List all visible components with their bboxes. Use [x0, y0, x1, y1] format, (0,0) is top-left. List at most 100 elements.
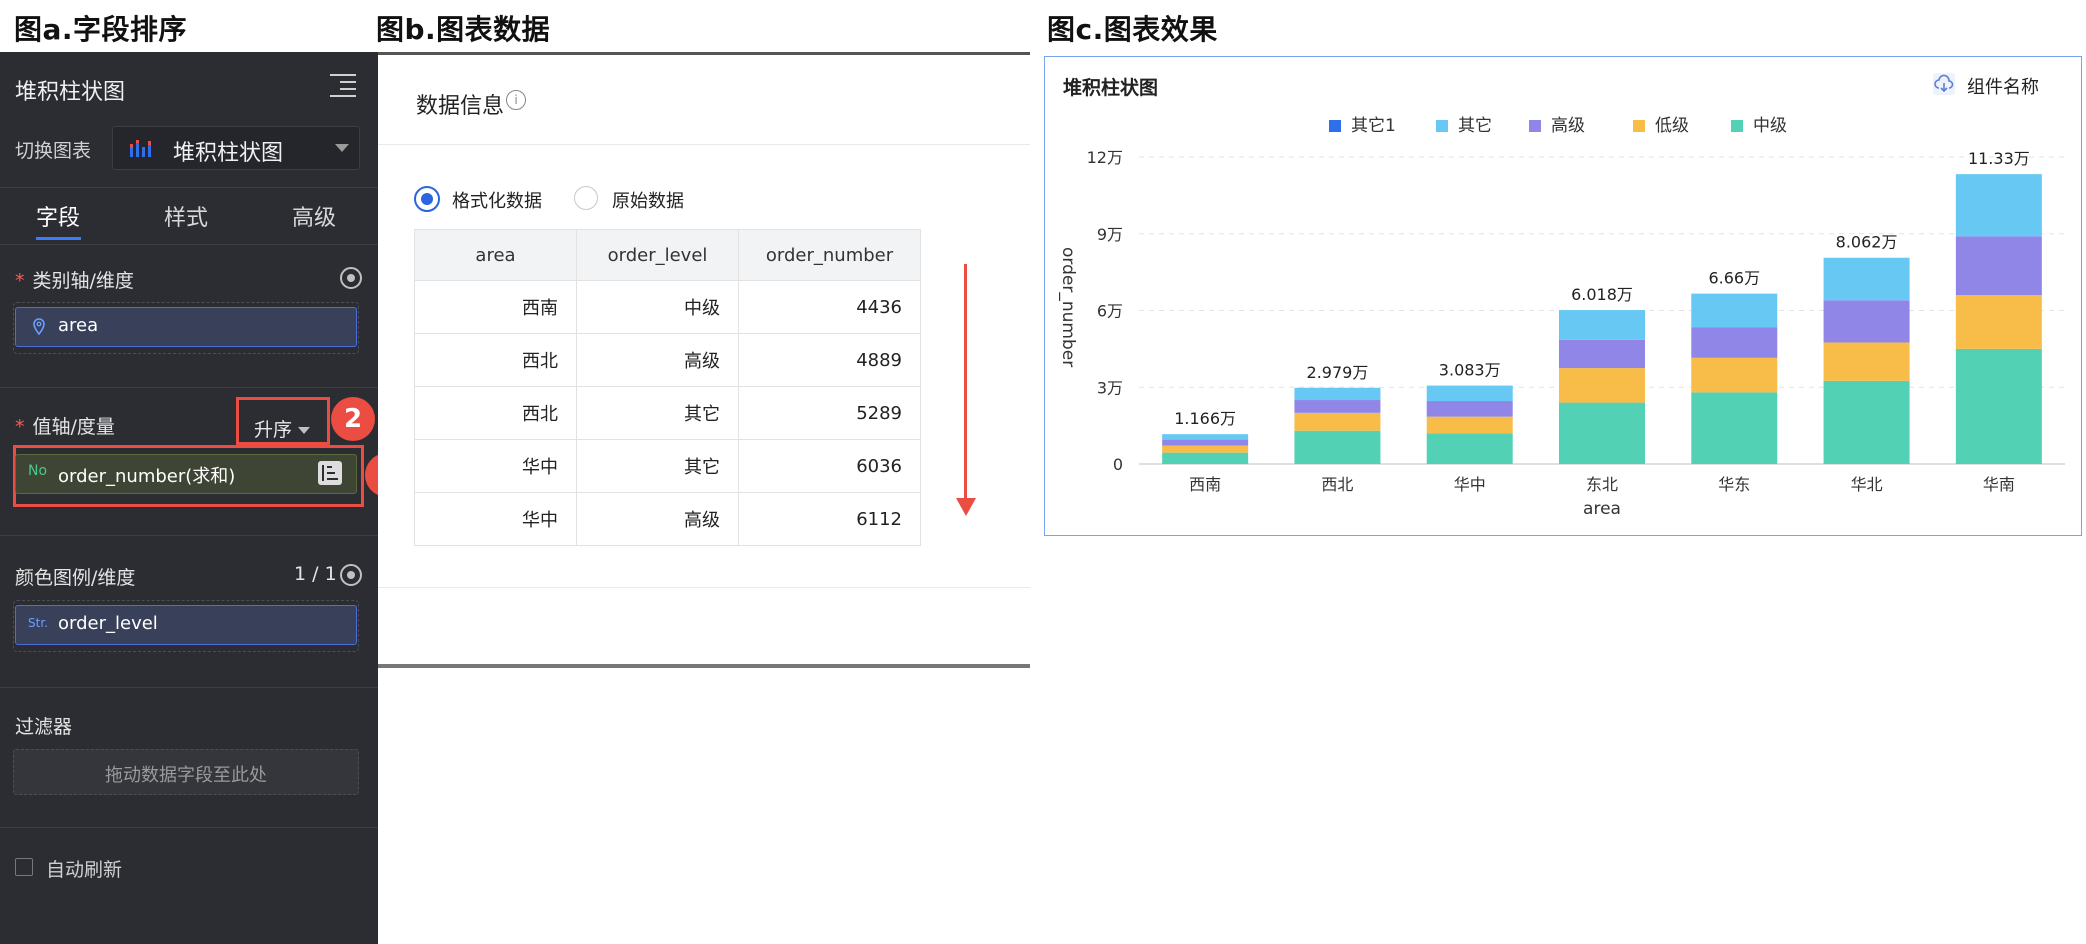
category-axis-settings-gear-icon[interactable]: [340, 267, 362, 289]
x-tick-label: 东北: [1586, 475, 1618, 494]
cell-area: 西北: [414, 333, 577, 387]
section-divider: [0, 535, 378, 536]
color-legend-count: 1 / 1: [294, 563, 337, 585]
location-pin-icon: [33, 318, 45, 336]
bar-segment: [1426, 433, 1513, 464]
bar-total-label: 11.33万: [1968, 149, 2030, 168]
column-header-order-level[interactable]: order_level: [576, 229, 739, 281]
bar-segment: [1823, 342, 1910, 381]
y-tick-label: 12万: [1087, 148, 1123, 167]
raw-data-label: 原始数据: [612, 191, 684, 212]
value-axis-label: * 值轴/度量: [15, 416, 115, 438]
color-field-name: order_level: [58, 613, 158, 634]
bar-segment: [1823, 380, 1910, 464]
data-info-title: 数据信息: [416, 94, 505, 119]
cell-order-number: 4889: [738, 333, 921, 387]
filter-drop-zone[interactable]: 拖动数据字段至此处: [13, 749, 359, 795]
field-config-panel: 堆积柱状图 切换图表 堆积柱状图 字段 样式 高级 *类别轴/维度 area: [0, 52, 409, 944]
auto-refresh-label: 自动刷新: [46, 859, 123, 881]
panel-title: 堆积柱状图: [15, 80, 126, 105]
cell-order-level: 高级: [576, 333, 739, 387]
table-row: 西北 高级 4889: [414, 333, 921, 387]
tab-advanced[interactable]: 高级: [292, 200, 336, 232]
bar-segment: [1294, 387, 1381, 401]
column-header-order-number[interactable]: order_number: [738, 229, 921, 281]
panel-top-border: [378, 52, 1030, 55]
bar-segment: [1955, 348, 2042, 464]
stacked-bar-chart: 0 3万 6万 9万 12万 order_number 1.166万西南 2.979万西北 3.…: [1058, 148, 2065, 519]
bar-segment: [1559, 402, 1645, 464]
x-tick-label: 西南: [1189, 475, 1221, 494]
bar-segment: [1955, 295, 2042, 349]
sort-order-dropdown[interactable]: 升序: [254, 415, 311, 442]
chart-preview-card: 堆积柱状图 组件名称 其它1 其它 高级 低级 中级 0 3万 6万 9万 12万 order_n…: [1044, 56, 2082, 536]
color-legend-label: 颜色图例/维度: [15, 567, 136, 589]
bar-total-label: 6.66万: [1708, 269, 1760, 288]
bar-segment: [1691, 357, 1778, 393]
cell-area: 西北: [414, 386, 577, 440]
bar-segment: [1162, 439, 1249, 446]
tab-style[interactable]: 样式: [164, 200, 208, 232]
cell-area: 华中: [414, 492, 577, 546]
figure-title-a: 图a.字段排序: [14, 13, 188, 46]
cell-order-number: 6112: [738, 492, 921, 546]
y-tick-label: 3万: [1097, 378, 1123, 397]
y-tick-label: 9万: [1097, 225, 1123, 244]
divider: [378, 587, 1030, 588]
filter-placeholder: 拖动数据字段至此处: [105, 765, 267, 786]
category-axis-label: * 类别轴/维度: [15, 270, 134, 292]
chart-type-select[interactable]: 堆积柱状图: [112, 126, 360, 170]
bar-segment: [1294, 430, 1381, 464]
raw-data-radio[interactable]: [574, 186, 598, 210]
formatted-data-radio[interactable]: [414, 186, 440, 212]
chart-data-panel: 数据信息 i 格式化数据 原始数据 area order_level order…: [378, 52, 1030, 670]
y-tick-label: 6万: [1097, 302, 1123, 321]
sort-direction-arrow: [964, 264, 967, 504]
bar-segment: [1691, 327, 1778, 358]
cell-order-number: 6036: [738, 439, 921, 493]
bar-segment: [1559, 339, 1645, 369]
bar-segment: [1162, 434, 1249, 440]
tab-fields[interactable]: 字段: [36, 200, 80, 232]
cell-order-number: 5289: [738, 386, 921, 440]
stacked-bar-chart-icon: [130, 140, 151, 157]
info-icon[interactable]: i: [506, 90, 526, 110]
chart-type-value: 堆积柱状图: [173, 141, 284, 166]
cell-order-level: 高级: [576, 492, 739, 546]
bar-segment: [1823, 300, 1910, 343]
bar-segment: [1559, 368, 1645, 403]
table-header-row: area order_level order_number: [414, 229, 921, 281]
table-row: 华中 其它 6036: [414, 439, 921, 493]
bar-segment: [1294, 412, 1381, 431]
auto-refresh-checkbox[interactable]: [15, 858, 33, 876]
cell-area: 西南: [414, 280, 577, 334]
data-table: area order_level order_number 西南 中级 4436…: [414, 229, 921, 546]
sort-ascending-icon[interactable]: [318, 461, 342, 485]
filter-label: 过滤器: [15, 716, 73, 738]
bar-segment: [1955, 236, 2042, 296]
collapse-menu-icon[interactable]: [330, 74, 356, 97]
bar-segment: [1691, 392, 1778, 464]
table-row: 西北 其它 5289: [414, 386, 921, 440]
section-divider: [0, 827, 378, 828]
column-header-area[interactable]: area: [414, 229, 577, 281]
x-tick-label: 华东: [1718, 475, 1750, 494]
cell-order-level: 其它: [576, 386, 739, 440]
value-field-name: order_number(求和): [58, 466, 236, 487]
bar-total-label: 6.018万: [1571, 285, 1633, 304]
bar-total-label: 3.083万: [1439, 361, 1501, 380]
bar-segment: [1426, 401, 1513, 417]
string-type-icon: Str.: [28, 616, 48, 630]
category-field-pill[interactable]: area: [15, 307, 357, 347]
bar-total-label: 2.979万: [1307, 363, 1369, 382]
bar-segment: [1559, 310, 1645, 340]
color-field-pill[interactable]: Str. order_level: [15, 605, 357, 645]
switch-chart-label: 切换图表: [15, 140, 92, 162]
bar-segment: [1162, 445, 1249, 453]
value-field-pill[interactable]: No order_number(求和): [15, 454, 357, 494]
color-legend-settings-gear-icon[interactable]: [340, 564, 362, 586]
divider: [378, 144, 1030, 145]
chevron-down-icon: [335, 144, 349, 152]
cell-area: 华中: [414, 439, 577, 493]
bar-segment: [1955, 174, 2042, 237]
